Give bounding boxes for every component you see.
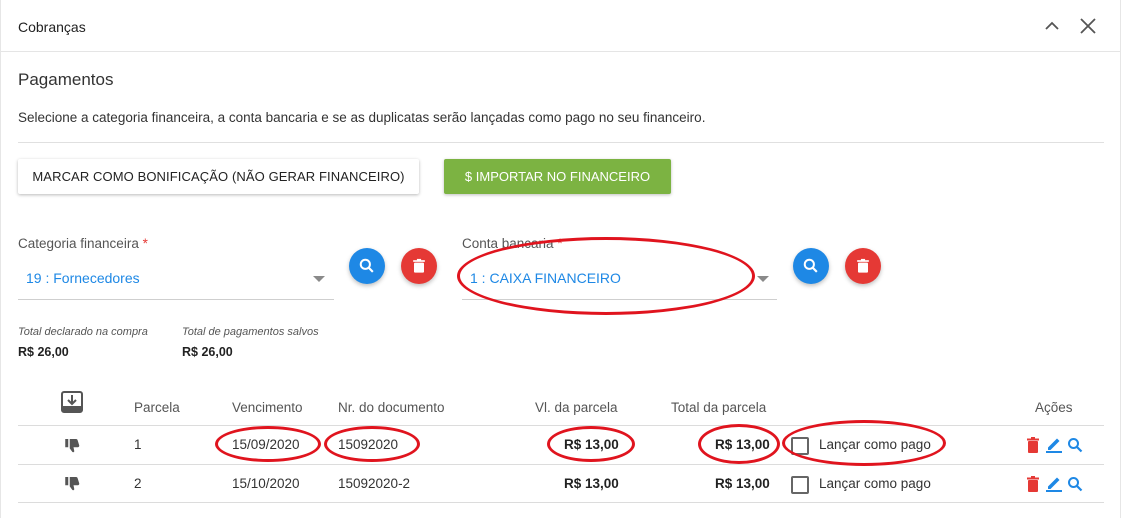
col-total-parcela: Total da parcela (671, 400, 767, 415)
lancar-como-pago-label[interactable]: Lançar como pago (819, 437, 931, 452)
col-parcela: Parcela (134, 400, 180, 415)
col-acoes: Ações (1035, 400, 1073, 415)
categoria-label: Categoria financeira * (18, 236, 148, 251)
edit-icon[interactable] (1045, 435, 1063, 458)
delete-icon[interactable] (1026, 476, 1040, 497)
search-icon (803, 258, 818, 273)
col-vencimento: Vencimento (232, 400, 303, 415)
lancar-como-pago-checkbox[interactable] (791, 437, 809, 455)
conta-select-value[interactable]: 1 : CAIXA FINANCEIRO (470, 270, 621, 286)
chevron-up-icon[interactable] (1040, 14, 1064, 38)
total-declarado-label: Total declarado na compra (18, 326, 148, 338)
total-declarado-value: R$ 26,00 (18, 345, 69, 359)
categoria-label-text: Categoria financeira (18, 236, 139, 251)
row1-vl-parcela: R$ 13,00 (564, 437, 619, 452)
categoria-clear-button[interactable] (401, 248, 437, 284)
window-title: Cobranças (18, 19, 86, 35)
row2-vl-parcela: R$ 13,00 (564, 476, 619, 491)
conta-search-button[interactable] (793, 248, 829, 284)
required-mark: * (142, 236, 148, 251)
row1-parcela: 1 (134, 437, 142, 452)
section-description: Selecione a categoria financeira, a cont… (18, 110, 706, 125)
thumbs-down-icon[interactable] (63, 474, 81, 497)
trash-icon (413, 258, 425, 273)
lancar-como-pago-checkbox[interactable] (791, 476, 809, 494)
section-title: Pagamentos (18, 70, 114, 89)
import-all-icon[interactable] (61, 391, 83, 418)
chevron-down-icon[interactable] (757, 276, 769, 282)
importar-financeiro-button[interactable]: $ IMPORTAR NO FINANCEIRO (444, 159, 671, 194)
categoria-select-value[interactable]: 19 : Fornecedores (26, 270, 140, 286)
conta-underline (462, 299, 777, 300)
col-documento: Nr. do documento (338, 400, 445, 415)
row1-documento: 15092020 (338, 437, 399, 452)
table-header-divider (18, 425, 1104, 426)
window-titlebar: Cobranças (1, 0, 1120, 52)
row2-documento: 15092020-2 (338, 476, 411, 491)
thumbs-down-icon[interactable] (63, 436, 81, 459)
cobrancas-window: Cobranças Pagamentos Selecione a categor… (0, 0, 1121, 518)
marcar-bonificacao-button[interactable]: MARCAR COMO BONIFICAÇÃO (NÃO GERAR FINAN… (18, 159, 419, 194)
row-divider (18, 464, 1104, 465)
row2-parcela: 2 (134, 476, 142, 491)
edit-icon[interactable] (1045, 474, 1063, 497)
row1-total-parcela: R$ 13,00 (715, 437, 770, 452)
lancar-como-pago-label[interactable]: Lançar como pago (819, 476, 931, 491)
delete-icon[interactable] (1026, 437, 1040, 458)
conta-label: Conta bancaria * (462, 236, 563, 251)
categoria-underline (18, 299, 334, 300)
close-icon[interactable] (1076, 14, 1100, 38)
required-mark: * (557, 236, 563, 251)
total-salvos-label: Total de pagamentos salvos (182, 326, 319, 338)
row-divider (18, 502, 1104, 503)
categoria-search-button[interactable] (349, 248, 385, 284)
search-icon[interactable] (1067, 437, 1083, 458)
col-vl-parcela: Vl. da parcela (535, 400, 618, 415)
divider (18, 142, 1104, 143)
trash-icon (857, 258, 869, 273)
chevron-down-icon[interactable] (313, 276, 325, 282)
row2-vencimento: 15/10/2020 (232, 476, 300, 491)
row2-total-parcela: R$ 13,00 (715, 476, 770, 491)
conta-clear-button[interactable] (845, 248, 881, 284)
search-icon[interactable] (1067, 476, 1083, 497)
search-icon (359, 258, 374, 273)
row1-vencimento: 15/09/2020 (232, 437, 300, 452)
conta-label-text: Conta bancaria (462, 236, 554, 251)
total-salvos-value: R$ 26,00 (182, 345, 233, 359)
